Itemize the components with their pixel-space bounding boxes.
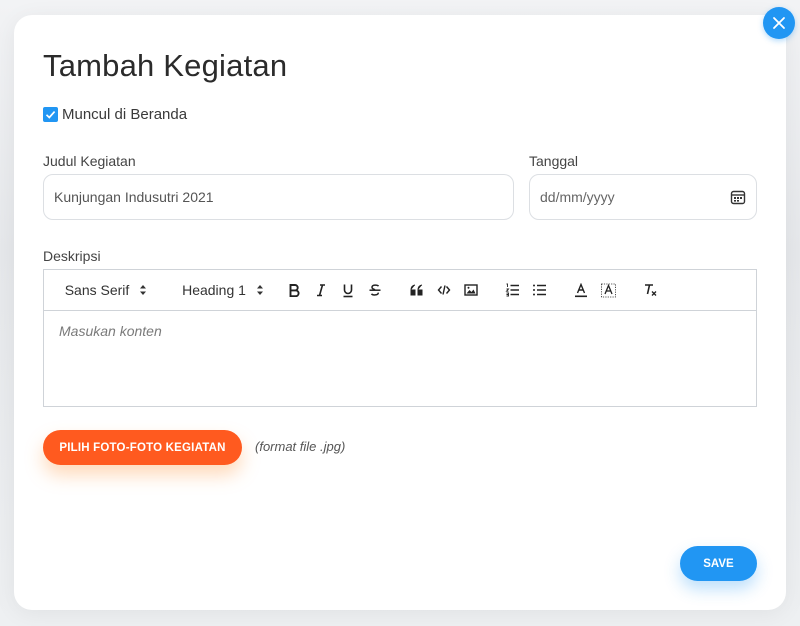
strike-button[interactable]: [365, 270, 385, 310]
image-button[interactable]: [461, 270, 481, 310]
highlight-color-icon: [600, 283, 616, 298]
modal-title: Tambah Kegiatan: [43, 48, 288, 83]
ordered-list-icon: [504, 283, 520, 297]
code-icon: [437, 284, 451, 296]
close-button[interactable]: [763, 7, 795, 39]
editor-toolbar: Sans Serif Heading 1: [44, 270, 756, 311]
rich-text-editor: Sans Serif Heading 1 Masukan konten: [43, 269, 757, 407]
image-icon: [464, 284, 478, 296]
strikethrough-icon: [368, 283, 382, 297]
clear-format-icon: [643, 283, 658, 297]
italic-icon: [314, 283, 328, 297]
updown-arrow-icon: [139, 284, 147, 296]
editor-content-area[interactable]: Masukan konten: [44, 311, 756, 351]
bold-button[interactable]: [284, 270, 304, 310]
heading-picker-label: Heading 1: [182, 282, 246, 298]
save-button[interactable]: SAVE: [680, 546, 757, 581]
blockquote-button[interactable]: [407, 270, 427, 310]
close-icon: [772, 16, 786, 30]
choose-photos-button[interactable]: PILIH FOTO-FOTO KEGIATAN: [43, 430, 242, 465]
font-picker[interactable]: Sans Serif: [60, 270, 152, 310]
bullet-list-icon: [532, 283, 547, 297]
code-button[interactable]: [434, 270, 454, 310]
ordered-list-button[interactable]: [502, 270, 522, 310]
description-field-label: Deskripsi: [43, 248, 101, 264]
date-input-placeholder: dd/mm/yyyy: [540, 189, 615, 205]
italic-button[interactable]: [311, 270, 331, 310]
updown-arrow-icon: [256, 284, 264, 296]
editor-placeholder: Masukan konten: [59, 323, 162, 339]
date-input[interactable]: dd/mm/yyyy: [529, 174, 757, 220]
title-input[interactable]: Kunjungan Indusutri 2021: [43, 174, 514, 220]
text-color-button[interactable]: [571, 270, 591, 310]
bullet-list-button[interactable]: [529, 270, 549, 310]
clear-format-button[interactable]: [640, 270, 660, 310]
quote-icon: [410, 284, 424, 296]
date-field-label: Tanggal: [529, 153, 579, 169]
background-color-button[interactable]: [598, 270, 618, 310]
show-on-home-row[interactable]: Muncul di Beranda: [43, 106, 187, 123]
underline-button[interactable]: [338, 270, 358, 310]
calendar-icon[interactable]: [730, 189, 746, 205]
bold-icon: [287, 283, 301, 297]
title-input-value: Kunjungan Indusutri 2021: [54, 189, 214, 205]
file-format-note: (format file .jpg): [255, 439, 346, 454]
underline-icon: [341, 283, 355, 298]
text-color-icon: [574, 282, 588, 298]
font-picker-label: Sans Serif: [64, 282, 130, 298]
heading-picker[interactable]: Heading 1: [179, 270, 267, 310]
show-on-home-checkbox[interactable]: [43, 107, 58, 122]
title-field-label: Judul Kegiatan: [43, 153, 136, 169]
show-on-home-label: Muncul di Beranda: [62, 106, 188, 123]
